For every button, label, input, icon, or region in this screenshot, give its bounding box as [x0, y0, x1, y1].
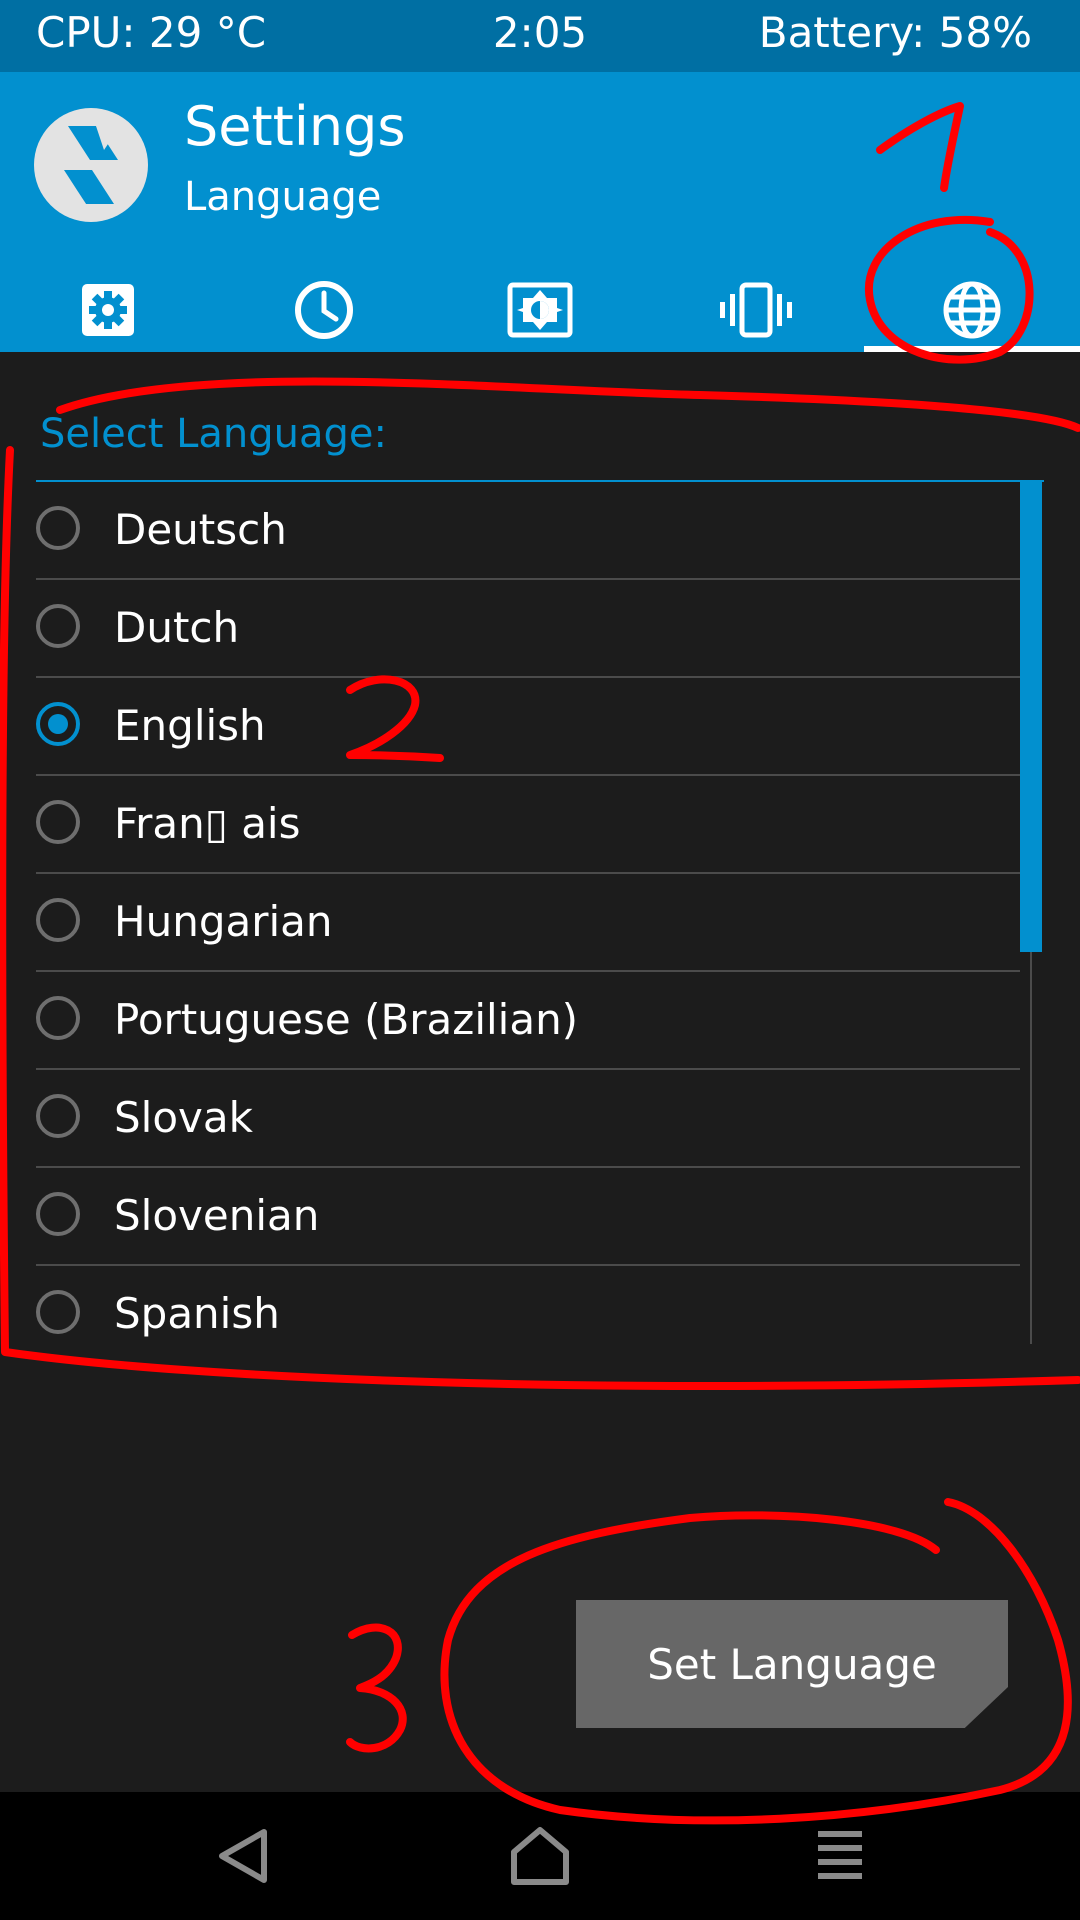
radio-button[interactable]: [36, 800, 80, 844]
scrollbar-thumb[interactable]: [1020, 482, 1042, 952]
brightness-icon: [507, 282, 573, 338]
tab-general[interactable]: [0, 268, 216, 352]
language-label: Deutsch: [114, 505, 287, 554]
radio-button[interactable]: [36, 1192, 80, 1236]
language-label: Slovenian: [114, 1191, 320, 1240]
twrp-logo-icon: [34, 108, 148, 222]
globe-icon: [943, 281, 1001, 339]
clock-icon: [295, 281, 353, 339]
language-option-spanish[interactable]: Spanish: [36, 1266, 1020, 1362]
radio-button[interactable]: [36, 898, 80, 942]
language-option-slovak[interactable]: Slovak: [36, 1070, 1020, 1168]
radio-button-selected[interactable]: [36, 702, 80, 746]
tab-language[interactable]: [864, 268, 1080, 352]
language-label: Dutch: [114, 603, 240, 652]
back-icon[interactable]: [202, 1816, 282, 1896]
language-option-hungarian[interactable]: Hungarian: [36, 874, 1020, 972]
home-icon[interactable]: [500, 1816, 580, 1896]
tab-time[interactable]: [216, 268, 432, 352]
language-option-portuguese-brazilian[interactable]: Portuguese (Brazilian): [36, 972, 1020, 1070]
tab-vibration[interactable]: [648, 268, 864, 352]
language-option-deutsch[interactable]: Deutsch: [36, 482, 1020, 580]
radio-button[interactable]: [36, 1290, 80, 1334]
language-label: Portuguese (Brazilian): [114, 995, 579, 1044]
language-option-english[interactable]: English: [36, 678, 1020, 776]
tab-screen[interactable]: [432, 268, 648, 352]
language-label: Slovak: [114, 1093, 253, 1142]
gear-icon: [82, 284, 134, 336]
language-option-slovenian[interactable]: Slovenian: [36, 1168, 1020, 1266]
page-title: Settings: [184, 95, 406, 158]
radio-button[interactable]: [36, 1094, 80, 1138]
navigation-bar: [0, 1792, 1080, 1920]
language-label: English: [114, 701, 266, 750]
radio-button[interactable]: [36, 604, 80, 648]
menu-icon[interactable]: [800, 1816, 880, 1896]
vibrate-icon: [720, 282, 792, 338]
select-language-heading: Select Language:: [40, 411, 387, 457]
language-option-dutch[interactable]: Dutch: [36, 580, 1020, 678]
radio-button[interactable]: [36, 506, 80, 550]
radio-button[interactable]: [36, 996, 80, 1040]
settings-tabs: [0, 268, 1080, 352]
language-option-francais[interactable]: Fran▯ ais: [36, 776, 1020, 874]
header: Settings Language: [0, 72, 1080, 352]
status-bar: CPU: 29 °C 2:05 Battery: 58%: [0, 0, 1080, 72]
annotation-number-3: [346, 1623, 407, 1753]
language-label: Hungarian: [114, 897, 333, 946]
page-subtitle: Language: [184, 174, 382, 220]
language-label: Spanish: [114, 1289, 280, 1338]
language-list: Deutsch Dutch English Fran▯ ais Hungaria…: [36, 482, 1020, 1362]
battery-level: Battery: 58%: [758, 8, 1032, 57]
language-label: Fran▯ ais: [114, 799, 301, 848]
set-language-button[interactable]: Set Language: [576, 1600, 1008, 1728]
